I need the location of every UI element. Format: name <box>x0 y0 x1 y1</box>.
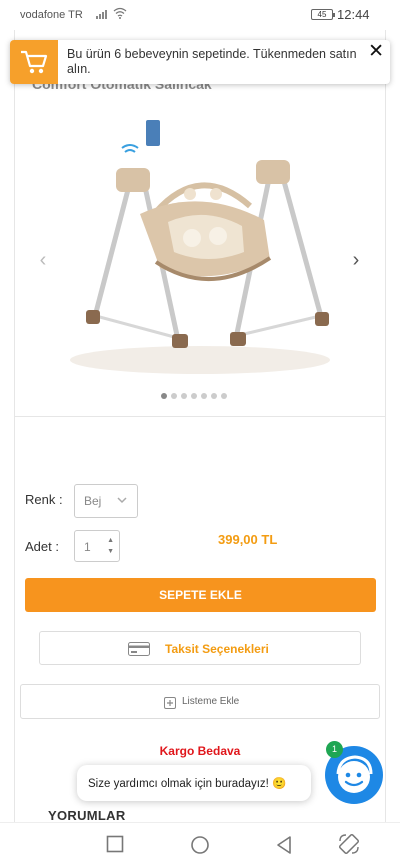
gallery-next-button[interactable]: › <box>343 248 369 274</box>
toast-message: Bu ürün 6 bebeveynin sepetinde. Tükenmed… <box>67 47 357 76</box>
gallery-dots <box>161 393 227 399</box>
quantity-stepper[interactable]: 1 ▲ ▼ <box>74 530 120 562</box>
gallery-dot[interactable] <box>181 393 187 399</box>
add-list-icon <box>164 697 176 709</box>
cart-popularity-toast: Bu ürün 6 bebeveynin sepetinde. Tükenmed… <box>10 40 390 84</box>
add-to-cart-button[interactable]: SEPETE EKLE <box>25 578 376 612</box>
product-price: 399,00 TL <box>218 532 278 547</box>
credit-card-icon <box>128 642 150 656</box>
gallery-prev-button[interactable]: ‹ <box>30 248 56 274</box>
gallery-dot[interactable] <box>161 393 167 399</box>
quantity-value: 1 <box>84 540 91 554</box>
installment-options-label: Taksit Seçenekleri <box>165 642 269 656</box>
signal-icon <box>96 8 107 19</box>
quantity-label: Adet : <box>25 539 59 554</box>
color-select-value: Bej <box>84 494 102 508</box>
recent-apps-icon[interactable] <box>106 835 124 853</box>
reviews-heading: YORUMLAR <box>48 808 126 823</box>
gallery-dot[interactable] <box>211 393 217 399</box>
cart-icon <box>10 40 58 84</box>
close-icon[interactable]: ✕ <box>368 40 384 63</box>
battery-icon: 45 <box>311 9 335 20</box>
color-label: Renk : <box>25 492 63 507</box>
product-gallery[interactable]: ‹ › <box>15 94 385 415</box>
product-image <box>60 102 342 378</box>
add-to-list-label: Listeme Ekle <box>182 696 240 707</box>
color-select[interactable]: Bej <box>74 484 138 518</box>
gallery-dot[interactable] <box>171 393 177 399</box>
installment-options-button[interactable]: Taksit Seçenekleri <box>39 631 361 665</box>
chat-greeting-bubble[interactable]: Size yardımcı olmak için buradayız! 🙂 <box>77 765 311 801</box>
chevron-down-icon <box>117 497 127 504</box>
back-icon[interactable] <box>275 835 293 855</box>
gallery-dot[interactable] <box>191 393 197 399</box>
clock: 12:44 <box>337 7 370 22</box>
add-to-list-button[interactable]: Listeme Ekle <box>20 684 380 719</box>
wifi-icon <box>113 7 127 19</box>
gallery-dot[interactable] <box>201 393 207 399</box>
stepper-arrows-icon[interactable]: ▲ ▼ <box>107 535 114 557</box>
rotate-screen-icon[interactable] <box>338 833 360 855</box>
chat-notification-badge: 1 <box>326 741 343 758</box>
divider <box>15 416 385 417</box>
home-icon[interactable] <box>190 835 210 855</box>
carrier-name: vodafone TR <box>20 9 83 21</box>
status-bar: vodafone TR 45 12:44 <box>0 0 400 30</box>
gallery-dot[interactable] <box>221 393 227 399</box>
system-nav-bar <box>0 822 400 866</box>
